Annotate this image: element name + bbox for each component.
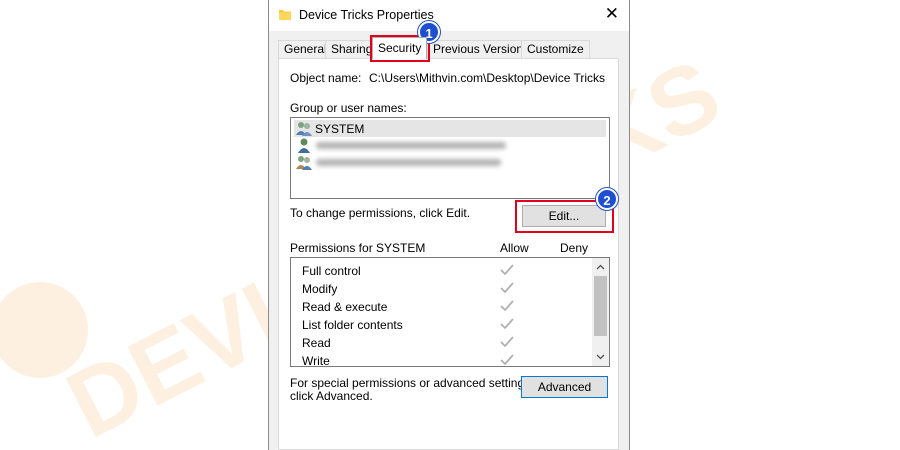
folder-icon <box>279 10 291 20</box>
permissions-scrollbar[interactable] <box>592 258 609 366</box>
user-list[interactable]: SYSTEM <box>290 117 610 199</box>
edit-button[interactable]: Edit... <box>522 205 606 227</box>
window-title: Device Tricks Properties <box>299 8 434 22</box>
user-row-obscured[interactable] <box>294 154 606 171</box>
scrollbar-thumb[interactable] <box>594 276 607 336</box>
allow-check-icon <box>500 264 514 276</box>
permission-row: Write <box>302 352 582 367</box>
deny-column-header: Deny <box>560 241 589 255</box>
allow-check-icon <box>500 282 514 294</box>
allow-check-icon <box>500 318 514 330</box>
step-2-badge: 2 <box>596 188 618 210</box>
user-name: SYSTEM <box>315 122 365 136</box>
permissions-for-label: Permissions for SYSTEM <box>290 241 426 255</box>
user-icon <box>298 138 310 153</box>
tab-sharing[interactable]: Sharing <box>325 40 379 58</box>
advanced-button[interactable]: Advanced <box>521 376 608 398</box>
title-bar: Device Tricks Properties ✕ <box>269 0 629 31</box>
permission-row: Read <box>302 334 582 352</box>
user-group-icon <box>296 156 312 170</box>
object-name-value: C:\Users\Mithvin.com\Desktop\Device Tric… <box>369 71 606 85</box>
allow-check-icon <box>500 354 514 366</box>
permission-name: List folder contents <box>302 318 403 332</box>
chevron-up-icon[interactable] <box>596 263 605 272</box>
properties-dialog: Device Tricks Properties ✕ General Shari… <box>268 0 630 450</box>
close-icon[interactable]: ✕ <box>605 4 619 24</box>
permission-row: Modify <box>302 280 582 298</box>
group-names-label: Group or user names: <box>290 101 407 115</box>
allow-check-icon <box>500 300 514 312</box>
change-permissions-text: To change permissions, click Edit. <box>290 206 471 220</box>
user-row-system[interactable]: SYSTEM <box>294 120 606 137</box>
permission-name: Full control <box>302 264 361 278</box>
obscured-user-name <box>316 142 506 149</box>
permission-row: List folder contents <box>302 316 582 334</box>
tab-security[interactable]: Security <box>372 37 427 59</box>
tab-customize[interactable]: Customize <box>521 40 590 58</box>
permission-row: Read & execute <box>302 298 582 316</box>
allow-check-icon <box>500 336 514 348</box>
permissions-list[interactable]: Full control Modify Read & execute List … <box>290 257 610 367</box>
permission-row: Full control <box>302 262 582 280</box>
tab-previous-versions[interactable]: Previous Versions <box>427 40 536 58</box>
chevron-down-icon[interactable] <box>596 352 605 361</box>
permission-name: Modify <box>302 282 338 296</box>
user-row-obscured[interactable] <box>294 137 606 154</box>
permission-name: Write <box>302 354 330 367</box>
permission-name: Read <box>302 336 331 350</box>
advanced-hint-line1: For special permissions or advanced sett… <box>290 376 534 390</box>
advanced-hint-line2: click Advanced. <box>290 389 373 403</box>
obscured-user-name <box>316 159 501 166</box>
user-group-icon <box>296 122 312 136</box>
allow-column-header: Allow <box>500 241 529 255</box>
object-name-label: Object name: <box>290 71 362 85</box>
permission-name: Read & execute <box>302 300 388 314</box>
